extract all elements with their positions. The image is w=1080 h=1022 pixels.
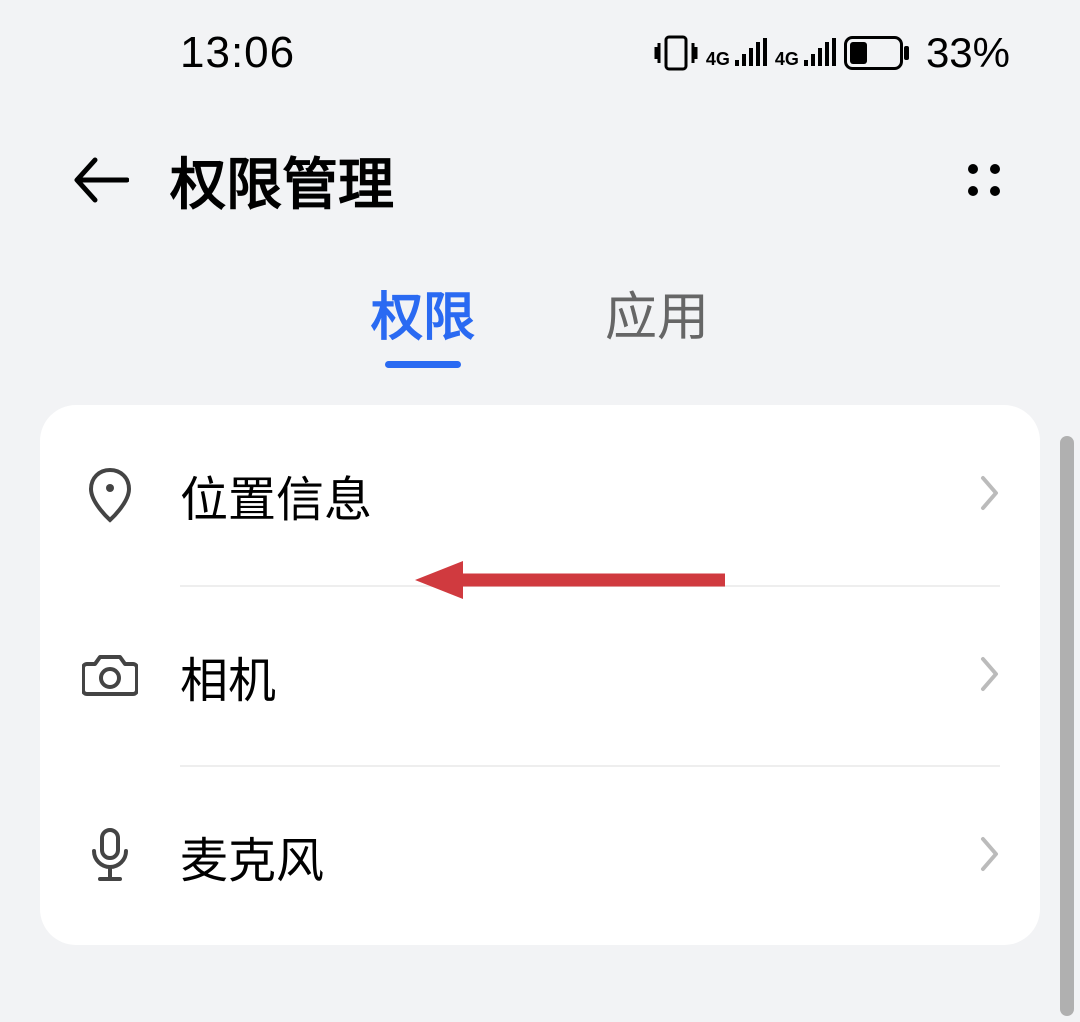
battery-percentage: 33%: [926, 29, 1010, 77]
permission-row-microphone[interactable]: 麦克风: [80, 765, 1000, 945]
more-dots-icon: [962, 158, 1006, 202]
permission-row-camera[interactable]: 相机: [80, 585, 1000, 765]
page-title: 权限管理: [170, 140, 394, 221]
chevron-right-icon: [980, 475, 1000, 516]
permission-label: 位置信息: [180, 460, 372, 530]
permission-label: 麦克风: [180, 821, 324, 891]
tabs: 权限 应用: [0, 255, 1080, 375]
chevron-right-icon: [980, 656, 1000, 697]
status-time: 13:06: [180, 28, 295, 78]
status-bar: 13:06 4G 4G: [0, 0, 1080, 105]
microphone-icon: [80, 825, 140, 885]
status-right: 4G 4G 33%: [654, 29, 1010, 77]
scrollbar[interactable]: [1060, 436, 1074, 1016]
location-icon: [80, 465, 140, 525]
signal-4g-2: 4G: [775, 38, 836, 68]
tab-apps[interactable]: 应用: [605, 275, 709, 368]
vibrate-icon: [654, 35, 698, 71]
back-button[interactable]: [70, 150, 130, 210]
permission-label: 相机: [180, 641, 276, 711]
battery-icon: [844, 36, 910, 70]
more-button[interactable]: [954, 150, 1014, 210]
permissions-card: 位置信息 相机 麦克风: [40, 405, 1040, 945]
back-arrow-icon: [71, 156, 129, 204]
permission-row-location[interactable]: 位置信息: [80, 405, 1000, 585]
tab-permissions[interactable]: 权限: [371, 275, 475, 368]
status-icons: 4G 4G: [654, 35, 910, 71]
camera-icon: [80, 645, 140, 705]
title-bar: 权限管理: [0, 105, 1080, 255]
signal-4g-1: 4G: [706, 38, 767, 68]
chevron-right-icon: [980, 836, 1000, 877]
